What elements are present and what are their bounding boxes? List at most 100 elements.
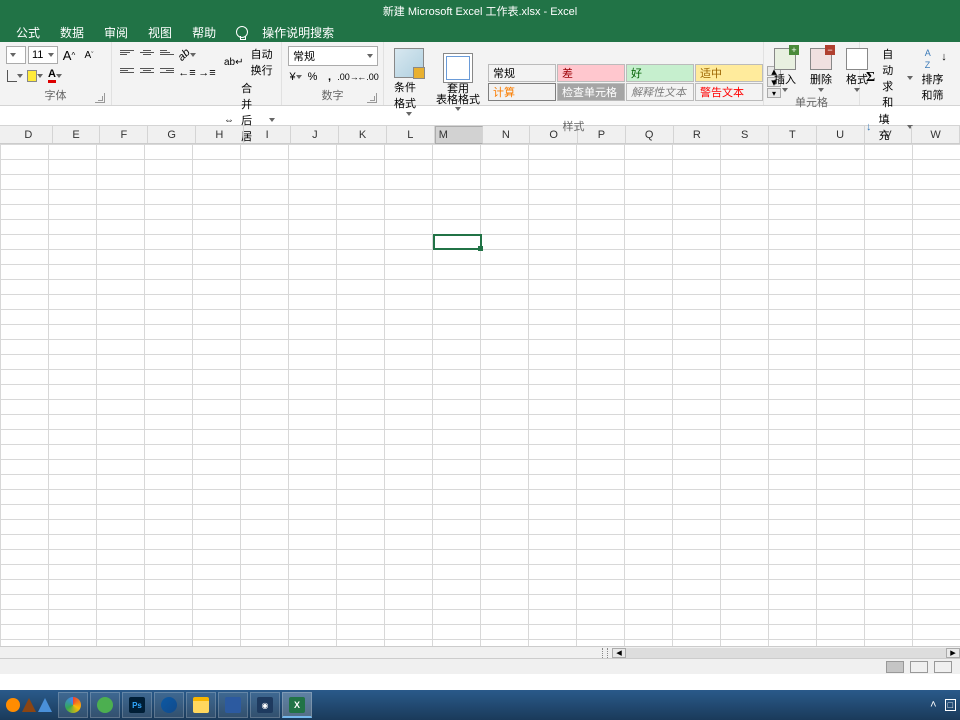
indent-decrease-button[interactable]: ←≡ xyxy=(178,64,196,82)
chevron-down-icon xyxy=(10,53,16,57)
chevron-down-icon xyxy=(818,88,824,92)
percent-format-button[interactable]: % xyxy=(305,68,320,86)
chevron-down-icon xyxy=(367,54,373,58)
excel-icon: X xyxy=(289,697,305,713)
view-normal-button[interactable] xyxy=(886,661,904,673)
style-neutral[interactable]: 适中 xyxy=(695,64,763,82)
selected-cell[interactable] xyxy=(433,234,482,250)
wrap-text-button[interactable]: ab↵ 自动换行 xyxy=(224,46,275,78)
split-handle[interactable] xyxy=(602,648,608,658)
style-good[interactable]: 好 xyxy=(626,64,694,82)
tray-ime-icon[interactable]: □ xyxy=(945,699,956,711)
chrome-icon xyxy=(65,697,81,713)
shrink-font-button[interactable]: Aˇ xyxy=(80,46,98,64)
taskbar-edge[interactable] xyxy=(154,692,184,718)
style-calc[interactable]: 计算 xyxy=(488,83,556,101)
scroll-right-button[interactable]: ▸ xyxy=(946,648,960,658)
tab-help[interactable]: 帮助 xyxy=(182,24,226,41)
style-bad[interactable]: 差 xyxy=(557,64,625,82)
app-icon-1[interactable] xyxy=(6,698,20,712)
style-explan[interactable]: 解释性文本 xyxy=(626,83,694,101)
wrap-label: 自动换行 xyxy=(251,46,275,78)
delete-cells-button[interactable]: 删除 xyxy=(806,46,836,94)
align-top-button[interactable] xyxy=(118,46,136,64)
col-W[interactable]: W xyxy=(912,126,960,143)
col-E[interactable]: E xyxy=(53,126,101,143)
tf-label: 套用 表格格式 xyxy=(436,84,480,106)
group-editing: Σ 自动求和 ↓ 填充 ◧ 清除 AZ↓排序和筛 编辑 xyxy=(860,42,960,105)
col-F[interactable]: F xyxy=(100,126,148,143)
font-color-button[interactable]: A xyxy=(46,67,64,85)
increase-decimal-button[interactable]: .00→ xyxy=(339,68,357,86)
folder-icon xyxy=(193,697,209,713)
decrease-decimal-button[interactable]: ←.00 xyxy=(359,68,377,86)
bulb-icon xyxy=(236,26,248,38)
col-H[interactable]: H xyxy=(196,126,244,143)
tab-view[interactable]: 视图 xyxy=(138,24,182,41)
taskbar-ps[interactable]: Ps xyxy=(122,692,152,718)
insert-cells-button[interactable]: 插入 xyxy=(770,46,800,94)
style-normal[interactable]: 常规 xyxy=(488,64,556,82)
align-center-button[interactable] xyxy=(138,64,156,82)
col-K[interactable]: K xyxy=(339,126,387,143)
group-styles: 条件格式 套用 表格格式 常规 差 好 适中 计算 检查单元格 解释性文本 警告… xyxy=(384,42,764,105)
tell-me[interactable]: 操作说明搜索 xyxy=(236,24,344,41)
col-G[interactable]: G xyxy=(148,126,196,143)
orientation-button[interactable]: ab xyxy=(178,46,196,64)
taskbar-excel[interactable]: X xyxy=(282,692,312,718)
align-bottom-button[interactable] xyxy=(158,46,176,64)
chevron-down-icon xyxy=(907,76,913,80)
chevron-down-icon xyxy=(269,118,275,122)
align-left-button[interactable] xyxy=(118,64,136,82)
align-middle-button[interactable] xyxy=(138,46,156,64)
app-icon: ◉ xyxy=(257,697,273,713)
comma-format-button[interactable]: , xyxy=(322,68,337,86)
taskbar-app2[interactable]: ◉ xyxy=(250,692,280,718)
font-size-dropdown[interactable]: 11 xyxy=(28,46,58,64)
fill-color-button[interactable] xyxy=(26,67,44,85)
chevron-down-icon xyxy=(48,53,54,57)
horizontal-scrollbar[interactable]: ◂ ▸ xyxy=(0,646,960,658)
tab-review[interactable]: 审阅 xyxy=(94,24,138,41)
tray-chevron-icon[interactable]: ˄ xyxy=(930,699,936,711)
insert-icon xyxy=(774,48,796,70)
taskbar-explorer[interactable] xyxy=(186,692,216,718)
accounting-format-button[interactable]: ¥ xyxy=(288,68,303,86)
col-V[interactable]: V xyxy=(865,126,913,143)
view-layout-button[interactable] xyxy=(910,661,928,673)
align-right-button[interactable] xyxy=(158,64,176,82)
number-format-dropdown[interactable]: 常规 xyxy=(288,46,378,66)
col-J[interactable]: J xyxy=(291,126,339,143)
border-button[interactable] xyxy=(6,67,24,85)
font-family-dropdown[interactable] xyxy=(6,46,26,64)
app-icon-2[interactable] xyxy=(22,698,36,712)
chevron-down-icon xyxy=(782,88,788,92)
tab-data[interactable]: 数据 xyxy=(50,24,94,41)
cell-grid[interactable] xyxy=(0,144,960,646)
col-I[interactable]: I xyxy=(244,126,292,143)
grow-font-button[interactable]: A^ xyxy=(60,46,78,64)
tab-formulas[interactable]: 公式 xyxy=(6,24,50,41)
taskbar-360[interactable] xyxy=(90,692,120,718)
scroll-left-button[interactable]: ◂ xyxy=(612,648,626,658)
format-as-table-button[interactable]: 套用 表格格式 xyxy=(432,51,484,113)
dialog-launcher-icon[interactable] xyxy=(95,93,105,103)
col-U[interactable]: U xyxy=(817,126,865,143)
taskbar-chrome[interactable] xyxy=(58,692,88,718)
autosum-button[interactable]: Σ 自动求和 xyxy=(866,46,913,110)
conditional-format-button[interactable]: 条件格式 xyxy=(390,46,428,118)
style-check[interactable]: 检查单元格 xyxy=(557,83,625,101)
app-icon-3[interactable] xyxy=(38,698,52,712)
view-pagebreak-button[interactable] xyxy=(934,661,952,673)
indent-increase-button[interactable]: →≡ xyxy=(198,64,216,82)
photoshop-icon: Ps xyxy=(129,697,145,713)
dialog-launcher-icon[interactable] xyxy=(367,93,377,103)
group-styles-label: 样式 xyxy=(563,121,585,133)
col-T[interactable]: T xyxy=(769,126,817,143)
scroll-track[interactable] xyxy=(626,648,946,658)
delete-icon xyxy=(810,48,832,70)
taskbar-app1[interactable] xyxy=(218,692,248,718)
style-warn[interactable]: 警告文本 xyxy=(695,83,763,101)
app-icon xyxy=(225,697,241,713)
col-D[interactable]: D xyxy=(5,126,53,143)
